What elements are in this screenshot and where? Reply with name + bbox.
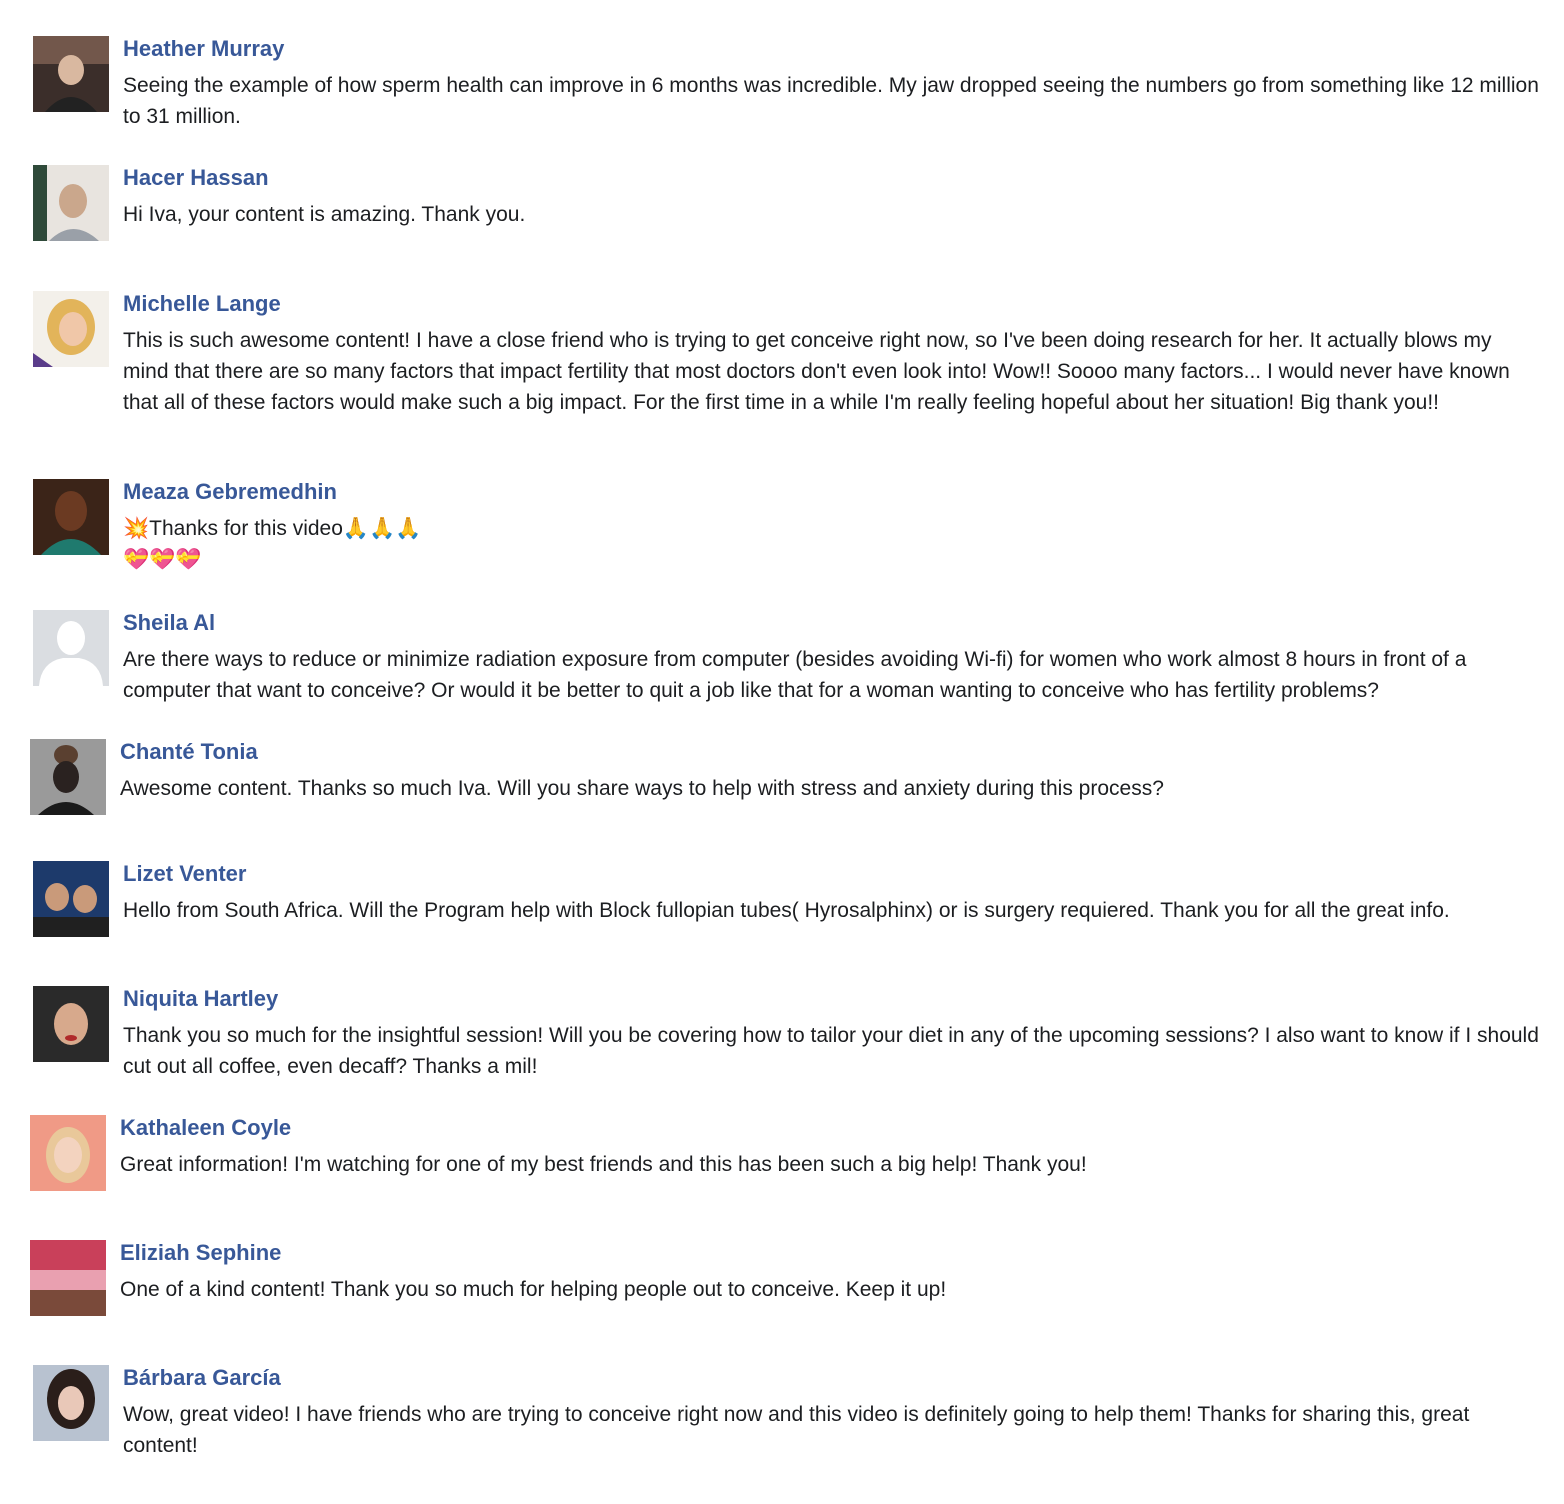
profile-photo-icon bbox=[33, 36, 109, 112]
comment-text: Are there ways to reduce or minimize rad… bbox=[123, 648, 1473, 702]
comment-body: Meaza Gebremedhin 💥Thanks for this video… bbox=[123, 479, 1541, 575]
profile-photo-icon bbox=[30, 1240, 106, 1316]
commenter-name[interactable]: Lizet Venter bbox=[123, 861, 1541, 887]
comment-text: Great information! I'm watching for one … bbox=[120, 1153, 1087, 1176]
default-profile-silhouette-icon bbox=[33, 610, 109, 686]
avatar[interactable] bbox=[33, 861, 109, 937]
profile-photo-icon bbox=[30, 1115, 106, 1191]
commenter-name[interactable]: Sheila Al bbox=[123, 610, 1541, 636]
comment-body: Heather Murray Seeing the example of how… bbox=[123, 36, 1541, 132]
avatar[interactable] bbox=[30, 1240, 106, 1316]
avatar[interactable] bbox=[30, 1115, 106, 1191]
comment-text: Awesome content. Thanks so much Iva. Wil… bbox=[120, 777, 1164, 800]
avatar[interactable] bbox=[33, 986, 109, 1062]
profile-photo-icon bbox=[33, 986, 109, 1062]
comment-text: One of a kind content! Thank you so much… bbox=[120, 1278, 947, 1301]
comment-body: Eliziah Sephine One of a kind content! T… bbox=[120, 1240, 1538, 1305]
comment-body: Niquita Hartley Thank you so much for th… bbox=[123, 986, 1541, 1082]
profile-photo-icon bbox=[33, 1365, 109, 1441]
avatar[interactable] bbox=[33, 165, 109, 241]
comment-text: This is such awesome content! I have a c… bbox=[123, 329, 1516, 414]
avatar[interactable] bbox=[30, 739, 106, 815]
comment-text: Hello from South Africa. Will the Progra… bbox=[123, 899, 1450, 922]
comment-text: Thank you so much for the insightful ses… bbox=[123, 1024, 1545, 1078]
profile-photo-icon bbox=[33, 479, 109, 555]
commenter-name[interactable]: Chanté Tonia bbox=[120, 739, 1538, 765]
profile-photo-icon bbox=[30, 739, 106, 815]
comment-text: Seeing the example of how sperm health c… bbox=[123, 74, 1545, 128]
commenter-name[interactable]: Kathaleen Coyle bbox=[120, 1115, 1538, 1141]
comment-text: 💥Thanks for this video🙏🙏🙏 💝💝💝 bbox=[123, 517, 422, 571]
profile-photo-icon bbox=[33, 165, 109, 241]
avatar[interactable] bbox=[33, 1365, 109, 1441]
avatar[interactable] bbox=[33, 479, 109, 555]
comment-body: Lizet Venter Hello from South Africa. Wi… bbox=[123, 861, 1541, 926]
commenter-name[interactable]: Bárbara García bbox=[123, 1365, 1541, 1391]
avatar[interactable] bbox=[33, 610, 109, 686]
profile-photo-icon bbox=[33, 861, 109, 937]
avatar[interactable] bbox=[33, 291, 109, 367]
comment-body: Michelle Lange This is such awesome cont… bbox=[123, 291, 1541, 418]
comment-body: Sheila Al Are there ways to reduce or mi… bbox=[123, 610, 1541, 706]
comment-text: Wow, great video! I have friends who are… bbox=[123, 1403, 1476, 1457]
commenter-name[interactable]: Niquita Hartley bbox=[123, 986, 1541, 1012]
comment-text: Hi Iva, your content is amazing. Thank y… bbox=[123, 203, 526, 226]
comment-body: Kathaleen Coyle Great information! I'm w… bbox=[120, 1115, 1538, 1180]
comment-body: Bárbara García Wow, great video! I have … bbox=[123, 1365, 1541, 1461]
commenter-name[interactable]: Eliziah Sephine bbox=[120, 1240, 1538, 1266]
profile-photo-icon bbox=[33, 291, 109, 367]
avatar[interactable] bbox=[33, 36, 109, 112]
comment-body: Chanté Tonia Awesome content. Thanks so … bbox=[120, 739, 1538, 804]
commenter-name[interactable]: Meaza Gebremedhin bbox=[123, 479, 1541, 505]
comment-body: Hacer Hassan Hi Iva, your content is ama… bbox=[123, 165, 1541, 230]
commenter-name[interactable]: Heather Murray bbox=[123, 36, 1541, 62]
commenter-name[interactable]: Michelle Lange bbox=[123, 291, 1541, 317]
commenter-name[interactable]: Hacer Hassan bbox=[123, 165, 1541, 191]
